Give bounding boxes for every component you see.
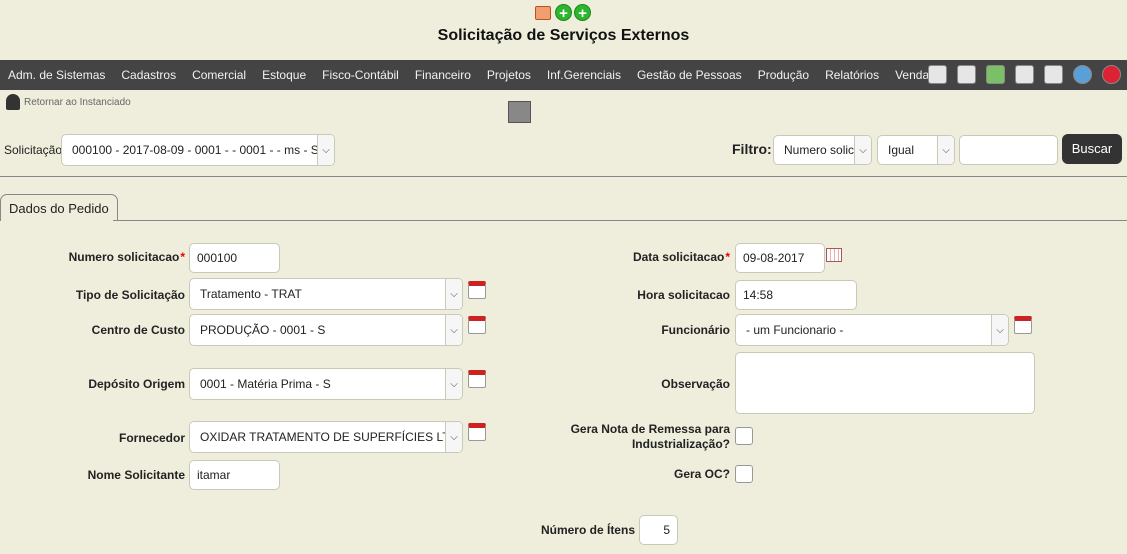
gera-nota-label: Gera Nota de Remessa para Industrializaç… [560,422,730,452]
chevron-down-icon: ⌵ [854,136,871,164]
deposito-origem-select[interactable]: 0001 - Matéria Prima - S ⌵ [189,368,463,400]
top-toolbar: + + [535,4,591,22]
back-link-label: Retornar ao Instanciado [24,96,131,108]
calendar-icon[interactable] [468,316,486,334]
buscar-button[interactable]: Buscar [1062,134,1122,164]
solicitacao-select[interactable]: 000100 - 2017-08-09 - 0001 - - 0001 - - … [61,134,335,166]
funcionario-select[interactable]: - um Funcionario - ⌵ [735,314,1009,346]
tab-underline [113,220,1127,221]
menu-item-producao[interactable]: Produção [750,60,817,90]
fornecedor-value: OXIDAR TRATAMENTO DE SUPERFÍCIES LTDA - … [200,430,445,444]
numero-solicitacao-label-text: Numero solicitacao [68,250,180,264]
menu-icon-group [928,65,1121,84]
doc-icon[interactable] [1044,65,1063,84]
funcionario-value: - um Funcionario - [746,323,844,337]
filtro-field-value: Numero solic [784,143,854,157]
home-icon[interactable] [928,65,947,84]
observacao-label: Observação [661,377,730,391]
print-icon[interactable] [957,65,976,84]
filtro-field-select[interactable]: Numero solic ⌵ [773,135,872,165]
menu-item-relatorios[interactable]: Relatórios [817,60,887,90]
fornecedor-label: Fornecedor [118,431,185,445]
menu-item-financeiro[interactable]: Financeiro [407,60,479,90]
chevron-down-icon: ⌵ [445,422,462,452]
globe-icon[interactable] [1073,65,1092,84]
observacao-textarea[interactable] [735,352,1035,414]
chevron-down-icon: ⌵ [991,315,1008,345]
add-icon[interactable]: + [555,4,572,22]
menu-item-adm[interactable]: Adm. de Sistemas [0,60,113,90]
date-picker-icon[interactable] [826,248,842,262]
calendar-icon[interactable] [468,423,486,441]
menu-item-cadastros[interactable]: Cadastros [113,60,184,90]
filtro-op-value: Igual [888,143,915,157]
menu-item-estoque[interactable]: Estoque [254,60,314,90]
menu-item-fisco[interactable]: Fisco-Contábil [314,60,407,90]
doc-edit-icon[interactable] [1015,65,1034,84]
chevron-down-icon: ⌵ [445,315,462,345]
add-icon[interactable]: + [574,4,591,22]
calendar-icon[interactable] [1014,316,1032,334]
gera-oc-label: Gera OC? [673,467,730,481]
back-link[interactable]: Retornar ao Instanciado [6,94,131,110]
calendar-icon[interactable] [468,370,486,388]
gera-oc-checkbox[interactable] [735,465,753,483]
calendar-icon[interactable] [468,281,486,299]
deposito-origem-value: 0001 - Matéria Prima - S [200,377,331,391]
divider [0,176,1127,177]
gera-nota-label-line1: Gera Nota de Remessa para [570,422,730,436]
numero-itens-label: Número de Ítens [540,523,635,537]
nome-solicitante-field[interactable]: itamar [189,460,280,490]
tab-dados-do-pedido[interactable]: Dados do Pedido [0,194,118,221]
fornecedor-select[interactable]: OXIDAR TRATAMENTO DE SUPERFÍCIES LTDA - … [189,421,463,453]
gera-nota-checkbox[interactable] [735,427,753,445]
chevron-down-icon: ⌵ [445,279,462,309]
chevron-down-icon: ⌵ [445,369,462,399]
menu-item-gestao-pessoas[interactable]: Gestão de Pessoas [629,60,750,90]
document-icon[interactable] [535,5,551,20]
nome-solicitante-label: Nome Solicitante [87,468,185,482]
numero-solicitacao-label: Numero solicitacao* [60,250,185,264]
chevron-down-icon: ⌵ [937,136,954,164]
data-solicitacao-label: Data solicitacao* [580,250,730,264]
person-icon [6,94,20,110]
hora-solicitacao-label: Hora solicitacao [637,288,730,302]
funcionario-label: Funcionário [661,323,730,337]
centro-custo-select[interactable]: PRODUÇÃO - 0001 - S ⌵ [189,314,463,346]
menu-item-projetos[interactable]: Projetos [479,60,539,90]
centro-custo-label: Centro de Custo [91,323,185,337]
required-marker: * [725,250,730,264]
menu-item-comercial[interactable]: Comercial [184,60,254,90]
solicitacao-label: Solicitação [4,143,63,157]
search-input[interactable] [959,135,1058,165]
filtro-op-select[interactable]: Igual ⌵ [877,135,955,165]
solicitacao-select-value: 000100 - 2017-08-09 - 0001 - - 0001 - - … [72,143,317,157]
tipo-solicitacao-select[interactable]: Tratamento - TRAT ⌵ [189,278,463,310]
main-menu: Adm. de Sistemas Cadastros Comercial Est… [0,60,1127,90]
tipo-solicitacao-value: Tratamento - TRAT [200,287,302,301]
required-marker: * [180,250,185,264]
numero-solicitacao-field[interactable]: 000100 [189,243,280,273]
deposito-origem-label: Depósito Origem [88,377,185,391]
recycle-icon[interactable] [986,65,1005,84]
tipo-solicitacao-label: Tipo de Solicitação [75,288,185,302]
filtro-label: Filtro: [732,141,772,157]
page-title: Solicitação de Serviços Externos [437,27,690,44]
hora-solicitacao-field[interactable]: 14:58 [735,280,857,310]
truck-icon[interactable] [508,101,531,123]
power-icon[interactable] [1102,65,1121,84]
numero-itens-field[interactable]: 5 [639,515,678,545]
chevron-down-icon: ⌵ [317,135,334,165]
data-solicitacao-label-text: Data solicitacao [632,250,725,264]
centro-custo-value: PRODUÇÃO - 0001 - S [200,323,326,337]
menu-item-inf-gerenciais[interactable]: Inf.Gerenciais [539,60,629,90]
gera-nota-label-line2: Industrialização? [631,437,730,451]
data-solicitacao-field[interactable]: 09-08-2017 [735,243,825,273]
